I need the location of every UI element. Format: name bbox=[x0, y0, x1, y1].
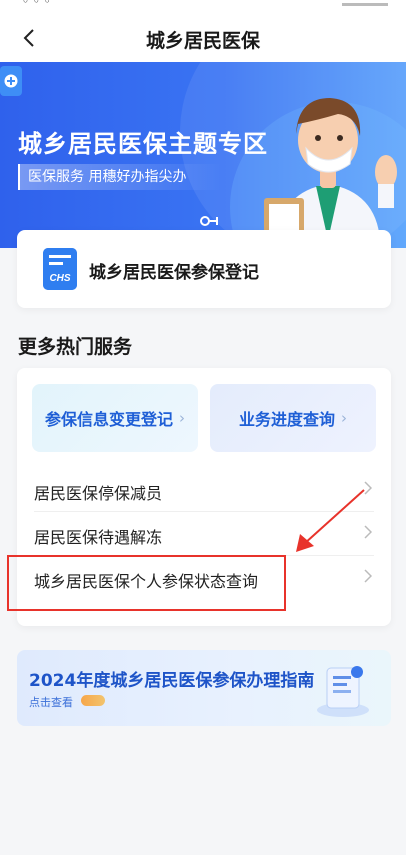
annotation-highlight-box bbox=[7, 555, 286, 611]
chevron-right-icon: › bbox=[179, 409, 185, 427]
section-title: 更多热门服务 bbox=[18, 336, 133, 358]
guide-cta: 点击查看 bbox=[29, 696, 73, 709]
document-icon bbox=[317, 666, 369, 717]
status-bar: ◦ ◦ ◦ bbox=[0, 0, 406, 14]
banner-title: 城乡居民医保主题专区 bbox=[18, 130, 268, 158]
tile-label: 业务进度查询 bbox=[238, 410, 335, 429]
annotation-arrow-icon bbox=[296, 489, 365, 552]
chs-card-text: CHS bbox=[49, 273, 70, 284]
navigation-bar: 城乡居民医保 bbox=[0, 14, 406, 62]
list-item-label: 居民医保停保减员 bbox=[34, 484, 163, 503]
tile-label: 参保信息变更登记 bbox=[44, 410, 173, 429]
list-item-label: 居民医保待遇解冻 bbox=[34, 528, 163, 547]
tile-change-registration[interactable]: 参保信息变更登记 › bbox=[32, 384, 198, 452]
chevron-right-icon bbox=[364, 569, 372, 583]
guide-title: 2024年度城乡居民医保参保办理指南 bbox=[29, 671, 315, 691]
register-card[interactable]: CHS 城乡居民医保参保登记 bbox=[17, 230, 391, 308]
register-label: 城乡居民医保参保登记 bbox=[89, 263, 259, 283]
guide-banner[interactable]: 2024年度城乡居民医保参保办理指南 点击查看 bbox=[17, 650, 391, 726]
banner-subtitle: 医保服务 用穗好办指尖办 bbox=[18, 164, 223, 190]
chs-card-icon: CHS bbox=[43, 248, 77, 290]
status-time-glyph: ◦ ◦ ◦ bbox=[22, 0, 51, 8]
page-title: 城乡居民医保 bbox=[145, 30, 260, 52]
cta-arrow-pill bbox=[81, 695, 105, 706]
tile-progress-query[interactable]: 业务进度查询 › bbox=[210, 384, 376, 452]
chevron-right-icon: › bbox=[341, 409, 347, 427]
status-icons bbox=[342, 0, 388, 6]
medical-plus-icon bbox=[0, 66, 22, 96]
doctor-illustration bbox=[264, 98, 397, 240]
stethoscope-icon bbox=[200, 216, 218, 226]
